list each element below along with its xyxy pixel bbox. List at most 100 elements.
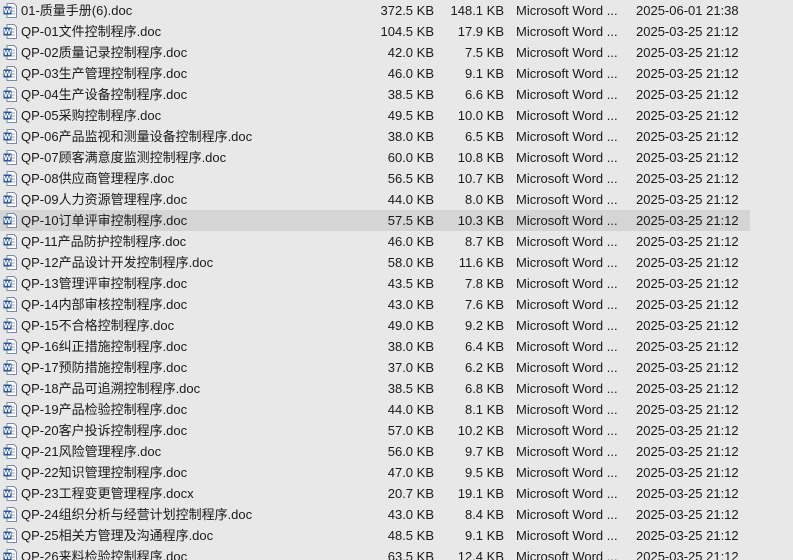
file-size: 48.5 KB — [387, 528, 434, 543]
file-row[interactable]: W 01-质量手册(6).doc 372.5 KB 148.1 KB Microsoft… — [0, 0, 750, 21]
file-modified-date: 2025-03-25 21:12 — [636, 486, 739, 501]
word-document-icon: W — [3, 318, 17, 333]
file-row[interactable]: W QP-22知识管理控制程序.doc 47.0 KB 9.5 KB Microsoft… — [0, 462, 750, 483]
file-packed-size: 7.6 KB — [464, 297, 504, 312]
file-modified-date: 2025-03-25 21:12 — [636, 528, 739, 543]
file-name: QP-18产品可追溯控制程序.doc — [21, 381, 201, 396]
svg-text:W: W — [4, 427, 12, 435]
file-name: QP-16纠正措施控制程序.doc — [21, 339, 188, 354]
file-name: QP-23工程变更管理程序.docx — [21, 486, 194, 501]
svg-text:W: W — [4, 406, 12, 414]
file-row[interactable]: W QP-19产品检验控制程序.doc 44.0 KB 8.1 KB Microsoft… — [0, 399, 750, 420]
file-size: 42.0 KB — [387, 45, 434, 60]
file-modified-date: 2025-03-25 21:12 — [636, 423, 739, 438]
file-row[interactable]: W QP-10订单评审控制程序.doc 57.5 KB 10.3 KB Microsof… — [0, 210, 750, 231]
file-row[interactable]: W QP-24组织分析与经营计划控制程序.doc 43.0 KB 8.4 KB Micr… — [0, 504, 750, 525]
file-row[interactable]: W QP-08供应商管理程序.doc 56.5 KB 10.7 KB Microsoft… — [0, 168, 750, 189]
file-size: 20.7 KB — [387, 486, 434, 501]
file-modified-date: 2025-03-25 21:12 — [636, 87, 739, 102]
word-document-icon: W — [3, 108, 17, 123]
file-row[interactable]: W QP-20客户投诉控制程序.doc 57.0 KB 10.2 KB Microsof… — [0, 420, 750, 441]
word-document-icon: W — [3, 465, 17, 480]
file-row[interactable]: W QP-16纠正措施控制程序.doc 38.0 KB 6.4 KB Microsoft… — [0, 336, 750, 357]
word-document-icon: W — [3, 234, 17, 249]
file-row[interactable]: W QP-07顾客满意度监测控制程序.doc 60.0 KB 10.8 KB Micro… — [0, 147, 750, 168]
file-name: QP-13管理评审控制程序.doc — [21, 276, 188, 291]
file-row[interactable]: W QP-11产品防护控制程序.doc 46.0 KB 8.7 KB Microsoft… — [0, 231, 750, 252]
file-row[interactable]: W QP-09人力资源管理程序.doc 44.0 KB 8.0 KB Microsoft… — [0, 189, 750, 210]
file-row[interactable]: W QP-26来料检验控制程序.doc 63.5 KB 12.4 KB Microsof… — [0, 546, 750, 560]
file-type: Microsoft Word ... — [516, 507, 618, 522]
file-modified-date: 2025-03-25 21:12 — [636, 465, 739, 480]
file-name: QP-09人力资源管理程序.doc — [21, 192, 188, 207]
file-row[interactable]: W QP-25相关方管理及沟通程序.doc 48.5 KB 9.1 KB Microso… — [0, 525, 750, 546]
file-packed-size: 148.1 KB — [450, 3, 505, 18]
file-name: QP-01文件控制程序.doc — [21, 24, 162, 39]
file-name: QP-05采购控制程序.doc — [21, 108, 162, 123]
file-row[interactable]: W QP-05采购控制程序.doc 49.5 KB 10.0 KB Microsoft … — [0, 105, 750, 126]
file-type: Microsoft Word ... — [516, 87, 618, 102]
file-modified-date: 2025-03-25 21:12 — [636, 339, 739, 354]
svg-text:W: W — [4, 343, 12, 351]
svg-text:W: W — [4, 133, 12, 141]
file-packed-size: 10.0 KB — [457, 108, 504, 123]
file-type: Microsoft Word ... — [516, 465, 618, 480]
file-row[interactable]: W QP-13管理评审控制程序.doc 43.5 KB 7.8 KB Microsoft… — [0, 273, 750, 294]
word-document-icon: W — [3, 486, 17, 501]
file-row[interactable]: W QP-15不合格控制程序.doc 49.0 KB 9.2 KB Microsoft … — [0, 315, 750, 336]
file-row[interactable]: W QP-17预防措施控制程序.doc 37.0 KB 6.2 KB Microsoft… — [0, 357, 750, 378]
file-size: 60.0 KB — [387, 150, 434, 165]
word-document-icon: W — [3, 528, 17, 543]
word-document-icon: W — [3, 297, 17, 312]
file-row[interactable]: W QP-03生产管理控制程序.doc 46.0 KB 9.1 KB Microsoft… — [0, 63, 750, 84]
word-document-icon: W — [3, 255, 17, 270]
file-size: 43.0 KB — [387, 297, 434, 312]
file-packed-size: 9.1 KB — [464, 66, 504, 81]
file-packed-size: 10.2 KB — [457, 423, 504, 438]
file-type: Microsoft Word ... — [516, 486, 618, 501]
file-size: 49.5 KB — [387, 108, 434, 123]
svg-text:W: W — [4, 28, 12, 36]
file-type: Microsoft Word ... — [516, 66, 618, 81]
file-row[interactable]: W QP-23工程变更管理程序.docx 20.7 KB 19.1 KB Microso… — [0, 483, 750, 504]
file-modified-date: 2025-03-25 21:12 — [636, 381, 739, 396]
file-row[interactable]: W QP-06产品监视和测量设备控制程序.doc 38.0 KB 6.5 KB Micr… — [0, 126, 750, 147]
file-type: Microsoft Word ... — [516, 318, 618, 333]
file-type: Microsoft Word ... — [516, 108, 618, 123]
file-row[interactable]: W QP-02质量记录控制程序.doc 42.0 KB 7.5 KB Microsoft… — [0, 42, 750, 63]
file-type: Microsoft Word ... — [516, 150, 618, 165]
file-list[interactable]: W 01-质量手册(6).doc 372.5 KB 148.1 KB Microsoft… — [0, 0, 793, 560]
file-packed-size: 9.5 KB — [464, 465, 504, 480]
file-row[interactable]: W QP-01文件控制程序.doc 104.5 KB 17.9 KB Microsoft… — [0, 21, 750, 42]
file-packed-size: 6.6 KB — [464, 87, 504, 102]
file-name: QP-17预防措施控制程序.doc — [21, 360, 188, 375]
file-size: 44.0 KB — [387, 402, 434, 417]
file-size: 46.0 KB — [387, 234, 434, 249]
file-modified-date: 2025-03-25 21:12 — [636, 444, 739, 459]
file-row[interactable]: W QP-12产品设计开发控制程序.doc 58.0 KB 11.6 KB Micros… — [0, 252, 750, 273]
file-packed-size: 9.7 KB — [464, 444, 504, 459]
word-document-icon: W — [3, 276, 17, 291]
file-row[interactable]: W QP-14内部审核控制程序.doc 43.0 KB 7.6 KB Microsoft… — [0, 294, 750, 315]
file-type: Microsoft Word ... — [516, 192, 618, 207]
file-modified-date: 2025-03-25 21:12 — [636, 360, 739, 375]
file-name: QP-03生产管理控制程序.doc — [21, 66, 188, 81]
file-type: Microsoft Word ... — [516, 402, 618, 417]
file-name: QP-08供应商管理程序.doc — [21, 171, 175, 186]
file-type: Microsoft Word ... — [516, 528, 618, 543]
file-packed-size: 6.5 KB — [464, 129, 504, 144]
file-modified-date: 2025-03-25 21:12 — [636, 255, 739, 270]
file-size: 63.5 KB — [387, 549, 434, 560]
file-row[interactable]: W QP-18产品可追溯控制程序.doc 38.5 KB 6.8 KB Microsof… — [0, 378, 750, 399]
file-modified-date: 2025-03-25 21:12 — [636, 108, 739, 123]
file-row[interactable]: W QP-21风险管理程序.doc 56.0 KB 9.7 KB Microsoft W… — [0, 441, 750, 462]
file-type: Microsoft Word ... — [516, 255, 618, 270]
file-name: QP-15不合格控制程序.doc — [21, 318, 175, 333]
file-type: Microsoft Word ... — [516, 339, 618, 354]
file-name: QP-02质量记录控制程序.doc — [21, 45, 188, 60]
file-row[interactable]: W QP-04生产设备控制程序.doc 38.5 KB 6.6 KB Microsoft… — [0, 84, 750, 105]
file-name: QP-10订单评审控制程序.doc — [21, 213, 188, 228]
file-packed-size: 6.4 KB — [464, 339, 504, 354]
file-modified-date: 2025-03-25 21:12 — [636, 129, 739, 144]
file-size: 56.0 KB — [387, 444, 434, 459]
